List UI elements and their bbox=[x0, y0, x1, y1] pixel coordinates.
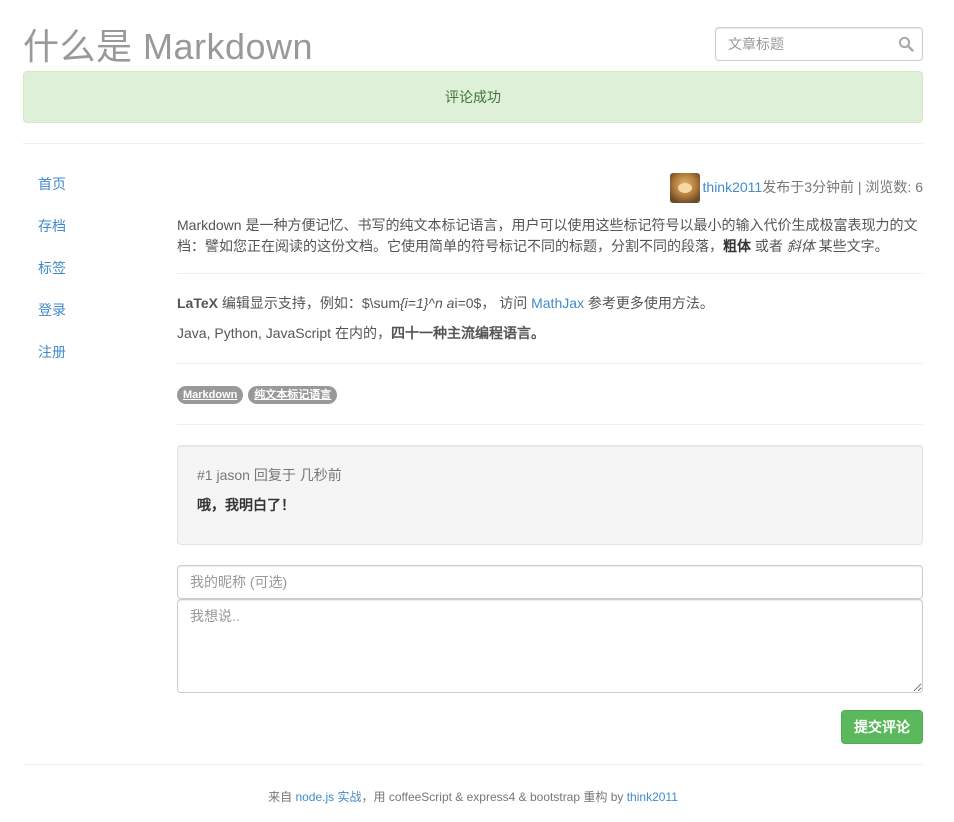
comment-header: #1 jason 回复于 几秒前 bbox=[197, 465, 903, 485]
divider bbox=[23, 143, 923, 144]
sidebar-item-home[interactable]: 首页 bbox=[38, 172, 66, 214]
latex-paragraph: LaTeX 编辑显示支持，例如：$\sum{i=1}^n ai=0$， 访问 M… bbox=[177, 293, 923, 313]
sidebar-item-archive[interactable]: 存档 bbox=[38, 214, 66, 256]
sidebar-item-register[interactable]: 注册 bbox=[38, 340, 66, 382]
tag-list: Markdown 纯文本标记语言 bbox=[177, 364, 923, 424]
post-intro: Markdown 是一种方便记忆、书写的纯文本标记语言，用户可以使用这些标记符号… bbox=[177, 215, 923, 257]
comment-author: jason bbox=[216, 467, 250, 483]
comment-textarea[interactable] bbox=[177, 599, 923, 693]
languages-bold: 四十一种主流编程语言。 bbox=[390, 325, 545, 341]
search-icon[interactable] bbox=[898, 36, 914, 52]
comment-reply-label: 回复于 bbox=[253, 467, 296, 483]
tag-markdown[interactable]: Markdown bbox=[177, 386, 244, 404]
sidebar-item-tags[interactable]: 标签 bbox=[38, 256, 66, 298]
divider bbox=[177, 424, 923, 425]
post-published: 发布于3分钟前 bbox=[762, 179, 854, 195]
languages-text: Java, Python, JavaScript 在内的， bbox=[177, 325, 391, 341]
latex-text-2: i=0$， 访问 bbox=[454, 295, 532, 311]
author-link[interactable]: think2011 bbox=[703, 179, 763, 195]
footer-prefix: 来自 bbox=[268, 790, 296, 804]
search-input[interactable] bbox=[716, 28, 886, 60]
comment-form bbox=[177, 565, 923, 693]
latex-end: 参考更多使用方法。 bbox=[584, 295, 714, 311]
search-box bbox=[715, 27, 923, 61]
comment-time: 几秒前 bbox=[299, 467, 342, 483]
comment-number: #1 bbox=[197, 467, 213, 483]
footer: 来自 node.js 实战，用 coffeeScript & express4 … bbox=[23, 788, 923, 805]
divider bbox=[177, 273, 923, 274]
post-meta: think2011发布于3分钟前 | 浏览数: 6 bbox=[177, 172, 923, 204]
meta-separator: | bbox=[854, 179, 866, 195]
footer-book-link[interactable]: node.js 实战 bbox=[295, 790, 361, 804]
views-label: 浏览数: bbox=[865, 179, 912, 195]
comment-item: #1 jason 回复于 几秒前 哦，我明白了！ bbox=[177, 445, 923, 545]
page: 什么是 Markdown 评论成功 首页 存档 标签 登录 注册 think20… bbox=[23, 0, 923, 804]
sidebar-item-login[interactable]: 登录 bbox=[38, 298, 66, 340]
author-avatar[interactable] bbox=[669, 173, 700, 204]
sidebar-nav: 首页 存档 标签 登录 注册 bbox=[38, 172, 66, 382]
header: 什么是 Markdown bbox=[23, 0, 923, 70]
post-content: think2011发布于3分钟前 | 浏览数: 6 Markdown 是一种方便… bbox=[177, 172, 923, 744]
submit-comment-button[interactable]: 提交评论 bbox=[841, 710, 923, 744]
success-alert: 评论成功 bbox=[23, 71, 923, 123]
views-count: 6 bbox=[915, 179, 923, 195]
footer-author-link[interactable]: think2011 bbox=[627, 790, 678, 804]
divider bbox=[23, 764, 923, 765]
latex-italic: {i=1}^n a bbox=[400, 295, 455, 311]
tag-plain-text-markup[interactable]: 纯文本标记语言 bbox=[248, 386, 338, 404]
page-title: 什么是 Markdown bbox=[23, 26, 314, 67]
latex-bold: LaTeX bbox=[177, 295, 218, 311]
intro-end: 某些文字。 bbox=[814, 238, 889, 254]
intro-bold: 粗体 bbox=[723, 238, 751, 254]
latex-text: 编辑显示支持，例如：$\sum bbox=[217, 295, 400, 311]
nickname-input[interactable] bbox=[177, 565, 923, 599]
footer-middle: ，用 coffeeScript & express4 & bootstrap 重… bbox=[361, 790, 627, 804]
mathjax-link[interactable]: MathJax bbox=[531, 295, 584, 311]
languages-paragraph: Java, Python, JavaScript 在内的，四十一种主流编程语言。 bbox=[177, 323, 923, 343]
intro-italic: 斜体 bbox=[786, 238, 815, 254]
comment-content: 哦，我明白了！ bbox=[197, 497, 295, 513]
intro-mid: 或者 bbox=[751, 238, 787, 254]
